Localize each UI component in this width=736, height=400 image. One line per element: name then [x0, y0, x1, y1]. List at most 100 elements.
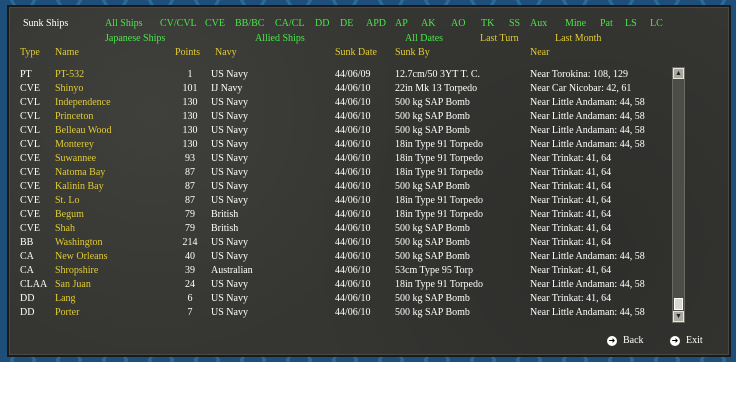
back-button[interactable]: ➜ Back [607, 335, 644, 346]
cell-ship-name[interactable]: Princeton [55, 110, 93, 124]
filter-pat[interactable]: Pat [600, 18, 613, 29]
cell-type: CVE [20, 223, 40, 234]
filter-ss[interactable]: SS [509, 18, 520, 29]
filter-tk[interactable]: TK [481, 18, 494, 29]
cell-ship-name[interactable]: Kalinin Bay [55, 180, 104, 194]
table-row: CVL Belleau Wood 130 US Navy 44/06/10 500 kg … [9, 124, 669, 138]
column-header-sunk-date[interactable]: Sunk Date [335, 47, 377, 58]
cell-near: Near Little Andaman: 44, 58 [530, 125, 645, 136]
cell-ship-name[interactable]: PT-532 [55, 68, 84, 82]
table-row: PT PT-532 1 US Navy 44/06/09 12.7cm/50 3YT T.… [9, 68, 669, 82]
cell-near: Near Trinkat: 41, 64 [530, 181, 612, 192]
table-row: CVL Independence 130 US Navy 44/06/10 500 kg … [9, 96, 669, 110]
column-header-sunk-by[interactable]: Sunk By [395, 47, 430, 58]
cell-sunk-date: 44/06/09 [335, 69, 371, 80]
cell-ship-name[interactable]: Porter [55, 306, 79, 320]
cell-sunk-date: 44/06/10 [335, 223, 371, 234]
cell-near: Near Little Andaman: 44, 58 [530, 251, 645, 262]
filter-cve[interactable]: CVE [205, 18, 225, 29]
cell-ship-name[interactable]: New Orleans [55, 250, 107, 264]
filter-japanese-ships[interactable]: Japanese Ships [105, 33, 165, 44]
cell-ship-name[interactable]: Washington [55, 236, 103, 250]
filter-allied-ships[interactable]: Allied Ships [255, 33, 305, 44]
filter-ap[interactable]: AP [395, 18, 408, 29]
cell-ship-name[interactable]: Belleau Wood [55, 124, 112, 138]
filter-last-turn[interactable]: Last Turn [480, 33, 519, 44]
cell-points: 24 [185, 279, 195, 290]
cell-points: 130 [182, 125, 198, 136]
column-header-type[interactable]: Type [20, 47, 40, 58]
cell-ship-name[interactable]: Suwannee [55, 152, 96, 166]
cell-points: 1 [187, 69, 193, 80]
table-row: CVE Shinyo 101 IJ Navy 44/06/10 22in Mk 13 To… [9, 82, 669, 96]
cell-type: CLAA [20, 279, 48, 290]
table-row: CVE Kalinin Bay 87 US Navy 44/06/10 500 kg SA… [9, 180, 669, 194]
filter-bb-bc[interactable]: BB/BC [235, 18, 264, 29]
list-scrollbar[interactable]: ▲ ▼ [672, 67, 685, 323]
filter-lc[interactable]: LC [650, 18, 663, 29]
cell-type: BB [20, 237, 34, 248]
cell-sunk-by: 500 kg SAP Bomb [395, 293, 470, 304]
cell-near: Near Trinkat: 41, 64 [530, 153, 612, 164]
filter-ak[interactable]: AK [421, 18, 435, 29]
cell-points: 130 [182, 111, 198, 122]
cell-navy: IJ Navy [211, 83, 243, 94]
filter-all-ships[interactable]: All Ships [105, 18, 143, 29]
cell-ship-name[interactable]: Natoma Bay [55, 166, 105, 180]
cell-navy: British [211, 223, 239, 234]
column-header-near[interactable]: Near [530, 47, 549, 58]
filter-apd[interactable]: APD [366, 18, 386, 29]
cell-ship-name[interactable]: Lang [55, 292, 76, 306]
cell-ship-name[interactable]: Shinyo [55, 82, 83, 96]
cell-ship-name[interactable]: St. Lo [55, 194, 79, 208]
column-header-points[interactable]: Points [175, 47, 200, 58]
filter-ls[interactable]: LS [625, 18, 637, 29]
table-row: CVE Natoma Bay 87 US Navy 44/06/10 18in Type … [9, 166, 669, 180]
filter-mine[interactable]: Mine [565, 18, 586, 29]
filter-ao[interactable]: AO [451, 18, 465, 29]
filter-cv-cvl[interactable]: CV/CVL [160, 18, 197, 29]
cell-ship-name[interactable]: Shropshire [55, 264, 98, 278]
column-header-navy[interactable]: Navy [215, 47, 237, 58]
filter-all-dates[interactable]: All Dates [405, 33, 443, 44]
cell-ship-name[interactable]: Monterey [55, 138, 94, 152]
scrollbar-thumb[interactable] [674, 298, 683, 310]
cell-type: CVE [20, 153, 40, 164]
cell-points: 40 [185, 251, 195, 262]
back-button-label: Back [623, 335, 644, 346]
cell-navy: US Navy [211, 153, 248, 164]
filter-ca-cl[interactable]: CA/CL [275, 18, 304, 29]
cell-ship-name[interactable]: Independence [55, 96, 111, 110]
cell-sunk-date: 44/06/10 [335, 83, 371, 94]
filter-aux[interactable]: Aux [530, 18, 547, 29]
cell-near: Near Trinkat: 41, 64 [530, 265, 612, 276]
cell-type: DD [20, 293, 35, 304]
cell-type: CVL [20, 111, 40, 122]
cell-ship-name[interactable]: San Juan [55, 278, 91, 292]
cell-sunk-by: 18in Type 91 Torpedo [395, 167, 483, 178]
cell-sunk-by: 12.7cm/50 3YT T. C. [395, 69, 480, 80]
filter-de[interactable]: DE [340, 18, 353, 29]
cell-sunk-by: 500 kg SAP Bomb [395, 251, 470, 262]
cell-navy: US Navy [211, 293, 248, 304]
cell-type: CA [20, 265, 34, 276]
filter-last-month[interactable]: Last Month [555, 33, 601, 44]
table-row: DD Lang 6 US Navy 44/06/10 500 kg SAP Bomb Nea… [9, 292, 669, 306]
cell-ship-name[interactable]: Shah [55, 222, 75, 236]
cell-sunk-date: 44/06/10 [335, 139, 371, 150]
cell-type: CVL [20, 125, 40, 136]
cell-ship-name[interactable]: Begum [55, 208, 84, 222]
cell-sunk-date: 44/06/10 [335, 181, 371, 192]
cell-points: 101 [182, 83, 198, 94]
filter-dd[interactable]: DD [315, 18, 329, 29]
cell-sunk-by: 500 kg SAP Bomb [395, 237, 470, 248]
cell-near: Near Little Andaman: 44, 58 [530, 97, 645, 108]
table-row: CVL Monterey 130 US Navy 44/06/10 18in Type 9… [9, 138, 669, 152]
arrow-down-icon[interactable]: ▼ [673, 311, 684, 322]
arrow-up-icon[interactable]: ▲ [673, 68, 684, 79]
exit-button[interactable]: ➜ Exit [670, 335, 703, 346]
cell-navy: US Navy [211, 139, 248, 150]
cell-sunk-by: 22in Mk 13 Torpedo [395, 83, 478, 94]
cell-sunk-date: 44/06/10 [335, 97, 371, 108]
column-header-name[interactable]: Name [55, 47, 79, 58]
